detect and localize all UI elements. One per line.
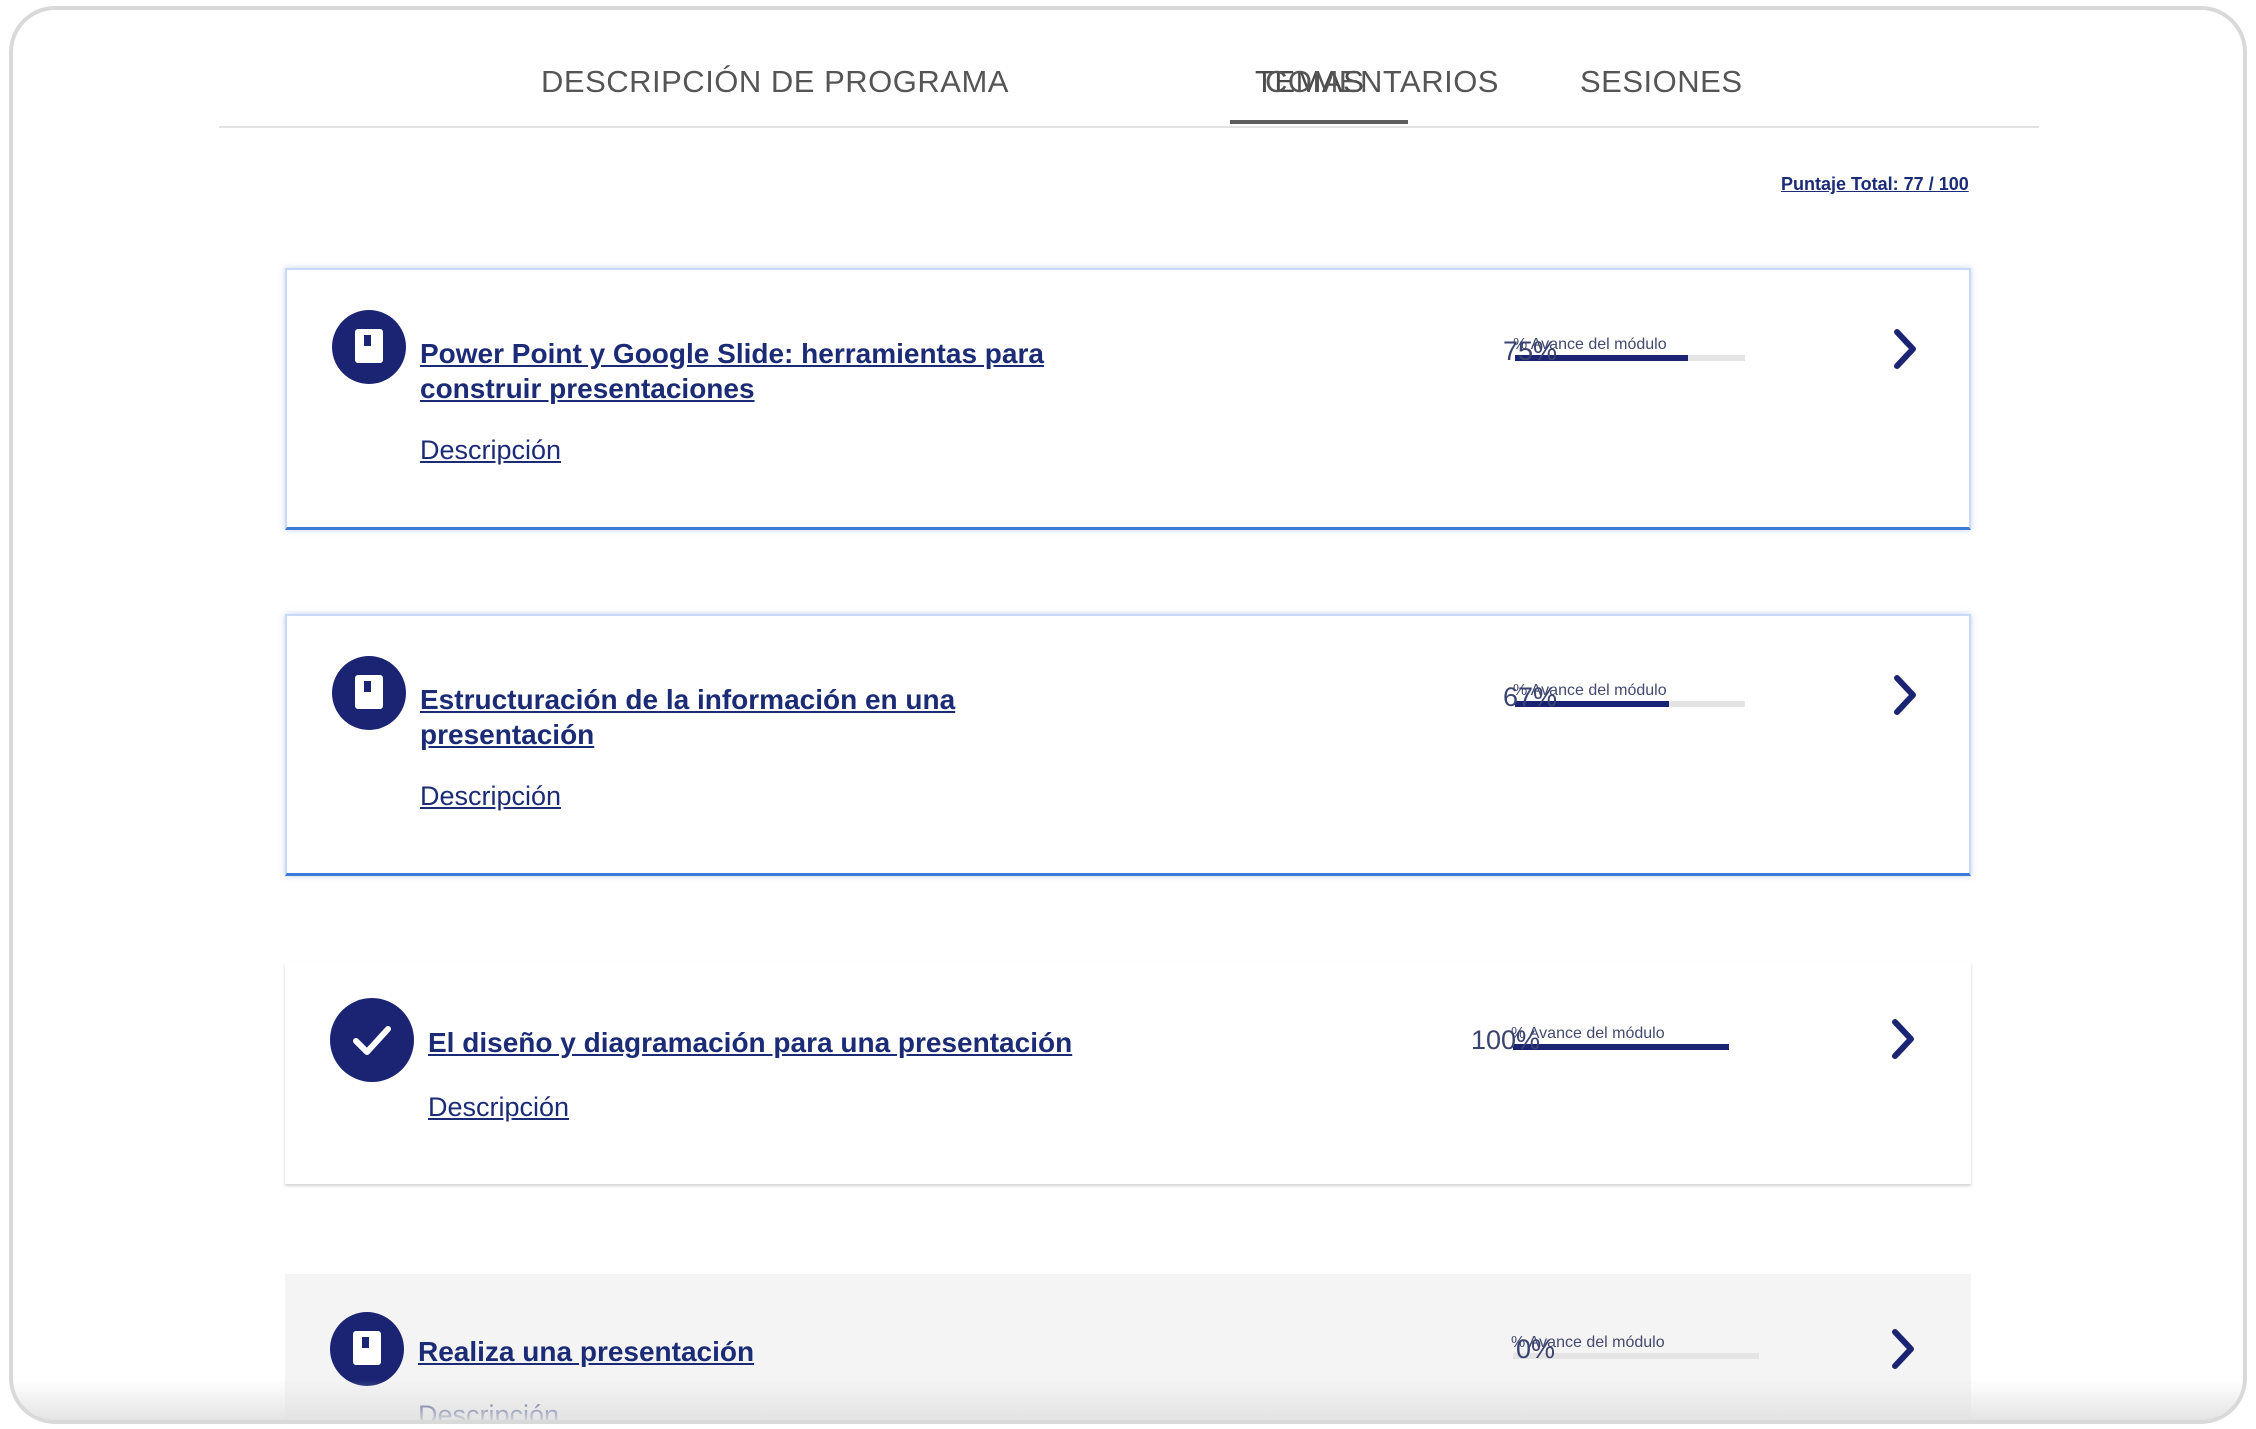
progress-percent: 67% (1502, 682, 1557, 712)
chevron-right-icon[interactable] (1883, 1014, 1923, 1064)
total-score-link[interactable]: Puntaje Total: 77 / 100 (1781, 174, 1969, 195)
chevron-right-icon[interactable] (1885, 670, 1925, 720)
module-title-line2: presentación (420, 719, 595, 750)
module-card[interactable]: Power Point y Google Slide: herramientas… (285, 268, 1971, 530)
module-title-line1: Power Point y Google Slide: herramientas… (420, 338, 1044, 369)
description-link[interactable]: Descripción (420, 435, 561, 466)
active-tab-indicator (1230, 120, 1408, 124)
book-icon (355, 675, 383, 709)
tab-bar: DESCRIPCIÓN DE PROGRAMA TEMAS (219, 46, 2039, 128)
description-link[interactable]: Descripción (420, 781, 561, 812)
module-title[interactable]: Power Point y Google Slide: herramientas… (420, 336, 1044, 406)
progress-fill (1513, 1044, 1729, 1050)
module-card[interactable]: El diseño y diagramación para una presen… (285, 962, 1971, 1184)
module-card[interactable]: Estructuración de la información en una … (285, 614, 1971, 876)
chevron-right-icon[interactable] (1883, 1324, 1923, 1374)
module-title[interactable]: Realiza una presentación (418, 1334, 754, 1369)
book-icon (353, 1331, 381, 1365)
book-icon (355, 329, 383, 363)
chevron-right-icon[interactable] (1885, 324, 1925, 374)
module-title[interactable]: Estructuración de la información en una … (420, 682, 955, 752)
module-icon-circle (332, 310, 406, 384)
progress-percent: 0% (1515, 1334, 1555, 1364)
tab-sessions[interactable]: SESIONES (1580, 64, 1743, 100)
tab-comments[interactable]: COMENTARIOS (1265, 64, 1499, 100)
progress-percent: 75% (1502, 336, 1557, 366)
description-link[interactable]: Descripción (418, 1400, 559, 1420)
module-icon-circle (330, 1312, 404, 1386)
page-frame: DESCRIPCIÓN DE PROGRAMA TEMAS COMENTARIO… (9, 6, 2247, 1424)
module-title-line2: construir presentaciones (420, 373, 755, 404)
checkmark-icon (353, 1026, 391, 1055)
module-title[interactable]: El diseño y diagramación para una presen… (428, 1025, 1072, 1060)
description-link[interactable]: Descripción (428, 1092, 569, 1123)
module-icon-circle (332, 656, 406, 730)
progress-percent: 100% (1470, 1025, 1540, 1055)
tab-program-description[interactable]: DESCRIPCIÓN DE PROGRAMA (541, 64, 1009, 100)
progress-bar (1513, 1044, 1729, 1050)
module-title-line1: Estructuración de la información en una (420, 684, 956, 715)
module-icon-circle (330, 998, 414, 1082)
module-card[interactable]: Realiza una presentación Descripción % A… (285, 1274, 1971, 1420)
